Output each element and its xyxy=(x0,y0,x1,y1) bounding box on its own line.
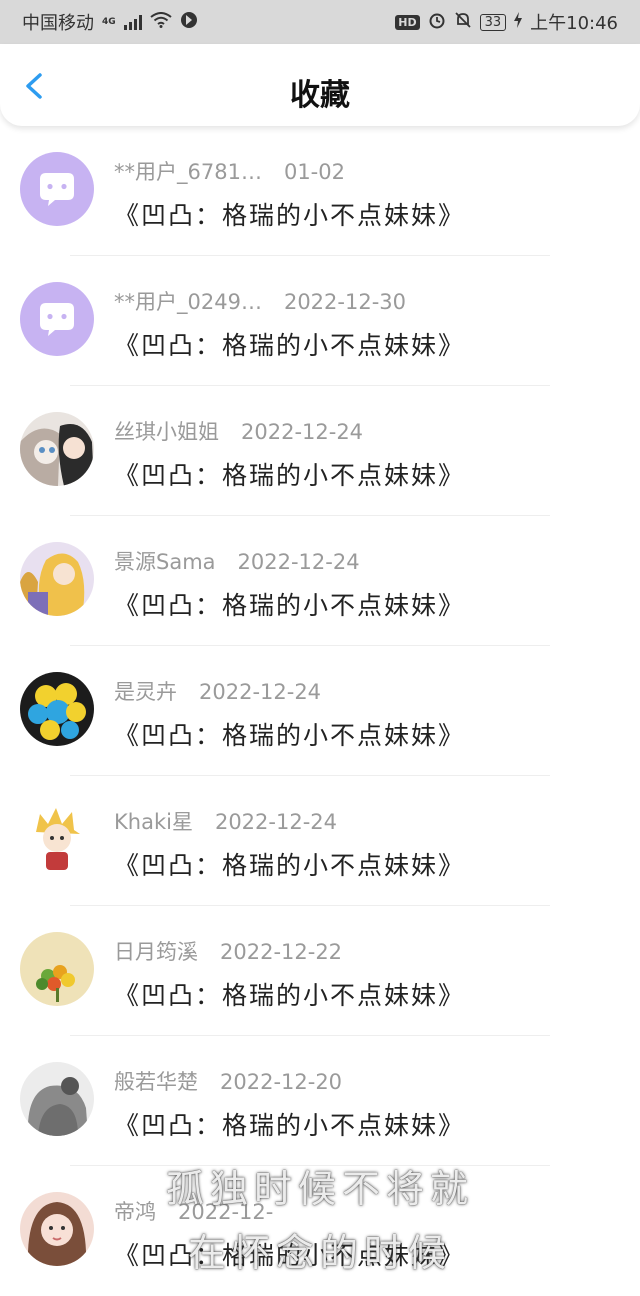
user-name: 丝琪小姐姐 xyxy=(114,420,219,444)
date-label: 2022-12-20 xyxy=(220,1070,343,1094)
item-title: 《凹凸：格瑞的小不点妹妹》 xyxy=(114,981,466,1010)
mute-icon xyxy=(454,11,472,34)
favorites-list: **用户_6781… 01-02 《凹凸：格瑞的小不点妹妹》 **用户_0249…… xyxy=(0,126,640,1296)
list-item[interactable]: 是灵卉 2022-12-24 《凹凸：格瑞的小不点妹妹》 xyxy=(0,646,640,776)
user-name: 景源Sama xyxy=(114,550,216,574)
list-item[interactable]: 景源Sama 2022-12-24 《凹凸：格瑞的小不点妹妹》 xyxy=(0,516,640,646)
avatar[interactable] xyxy=(20,932,94,1006)
item-title: 《凹凸：格瑞的小不点妹妹》 xyxy=(114,331,466,360)
status-bar: 中国移动 4G HD 33 上午10:46 xyxy=(0,0,640,44)
list-item[interactable]: 丝琪小姐姐 2022-12-24 《凹凸：格瑞的小不点妹妹》 xyxy=(0,386,640,516)
carrier-label: 中国移动 xyxy=(22,13,94,34)
list-item[interactable]: **用户_6781… 01-02 《凹凸：格瑞的小不点妹妹》 xyxy=(0,126,640,256)
user-name: 日月筠溪 xyxy=(114,940,198,964)
app-header: 收藏 xyxy=(0,44,640,126)
user-name: Khaki星 xyxy=(114,810,193,834)
signal-icon xyxy=(123,14,142,30)
clock-time: 上午10:46 xyxy=(530,13,618,34)
list-item[interactable]: 般若华楚 2022-12-20 《凹凸：格瑞的小不点妹妹》 xyxy=(0,1036,640,1166)
date-label: 01-02 xyxy=(283,160,345,184)
item-title: 《凹凸：格瑞的小不点妹妹》 xyxy=(114,461,466,490)
date-label: 2022-12-24 xyxy=(214,810,337,834)
network-type-label: 4G xyxy=(102,16,116,27)
list-item[interactable]: Khaki星 2022-12-24 《凹凸：格瑞的小不点妹妹》 xyxy=(0,776,640,906)
user-name: **用户_0249… xyxy=(114,290,262,314)
date-label: 2022-12-22 xyxy=(220,940,343,964)
avatar[interactable] xyxy=(20,282,94,356)
user-name: **用户_6781… xyxy=(114,160,262,184)
item-title: 《凹凸：格瑞的小不点妹妹》 xyxy=(114,721,466,750)
user-name: 般若华楚 xyxy=(114,1070,198,1094)
charging-icon xyxy=(514,11,523,33)
avatar[interactable] xyxy=(20,412,94,486)
date-label: 2022-12-24 xyxy=(237,550,360,574)
item-title: 《凹凸：格瑞的小不点妹妹》 xyxy=(114,1111,466,1140)
list-item[interactable]: 日月筠溪 2022-12-22 《凹凸：格瑞的小不点妹妹》 xyxy=(0,906,640,1036)
location-icon xyxy=(180,11,198,34)
subtitle-line-2: 在怀念的时候 xyxy=(187,1231,452,1275)
item-title: 《凹凸：格瑞的小不点妹妹》 xyxy=(114,591,466,620)
list-item[interactable]: **用户_0249… 2022-12-30 《凹凸：格瑞的小不点妹妹》 xyxy=(0,256,640,386)
date-label: 2022-12-30 xyxy=(283,290,406,314)
battery-level: 33 xyxy=(484,14,502,30)
avatar[interactable] xyxy=(20,152,94,226)
avatar[interactable] xyxy=(20,542,94,616)
subtitle-line-1: 孤独时候不将就 xyxy=(165,1167,474,1211)
user-name: 是灵卉 xyxy=(114,680,177,704)
avatar[interactable] xyxy=(20,802,94,876)
item-title: 《凹凸：格瑞的小不点妹妹》 xyxy=(114,851,466,880)
avatar[interactable] xyxy=(20,1062,94,1136)
date-label: 2022-12-24 xyxy=(199,680,322,704)
avatar[interactable] xyxy=(20,672,94,746)
page-title: 收藏 xyxy=(290,78,350,113)
hd-icon: HD xyxy=(395,14,420,30)
alarm-icon xyxy=(428,11,446,34)
item-title: 《凹凸：格瑞的小不点妹妹》 xyxy=(114,201,466,230)
date-label: 2022-12-24 xyxy=(241,420,364,444)
battery-icon: 33 xyxy=(479,13,507,31)
wifi-icon xyxy=(150,11,172,33)
